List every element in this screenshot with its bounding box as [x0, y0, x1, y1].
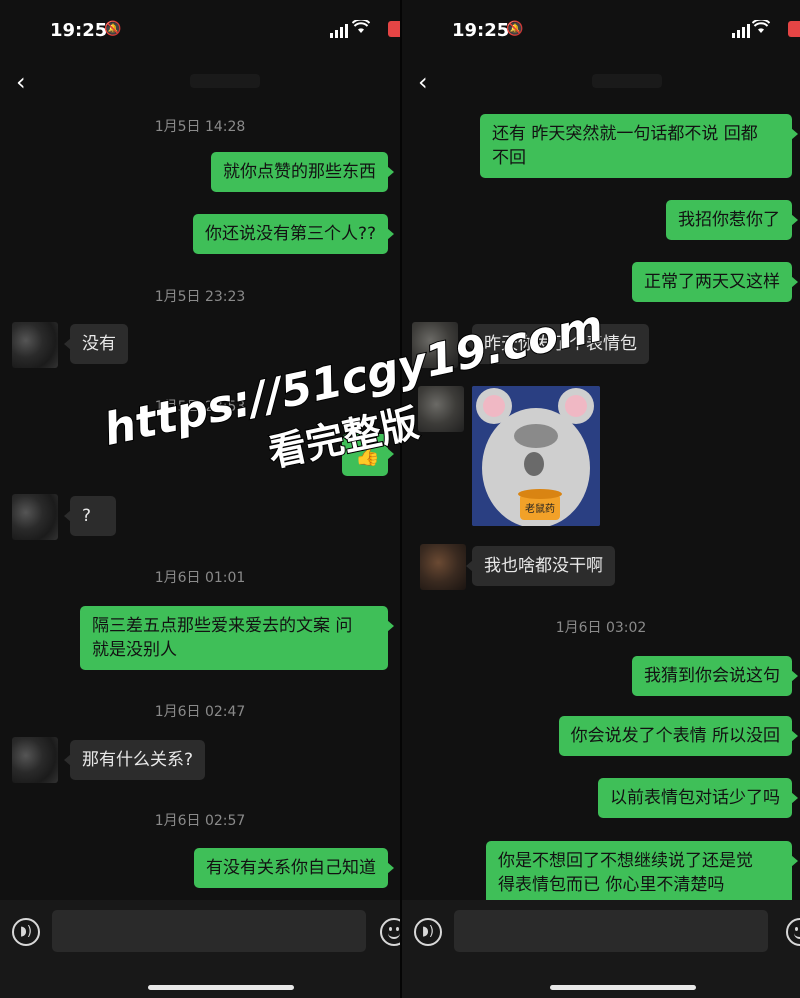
sticker-label: 老鼠药 — [525, 502, 555, 515]
back-chevron-icon[interactable]: ‹ — [418, 68, 428, 96]
timestamp: 1月6日 03:02 — [555, 620, 647, 636]
wifi-icon — [752, 20, 770, 33]
thumbs-up-icon: 👍 — [355, 443, 380, 467]
chat-screen-right: 19:25 🔕 ‹ 还有 昨天突然就一句话都不说 回都 不回 我招你惹你了 正常… — [402, 0, 800, 998]
message-input[interactable] — [454, 910, 768, 952]
timestamp: 1月5日 23:53 — [154, 399, 246, 415]
incoming-message[interactable]: 我也啥都没干啊 — [466, 546, 615, 586]
status-bar: 19:25 🔕 — [402, 0, 800, 62]
nav-bar: ‹ — [0, 62, 400, 102]
contact-name-blurred — [592, 74, 662, 88]
message-line: 不回 — [492, 148, 526, 168]
timestamp: 1月5日 23:23 — [154, 289, 246, 305]
contact-avatar[interactable] — [12, 737, 58, 783]
back-chevron-icon[interactable]: ‹ — [16, 68, 26, 96]
outgoing-message[interactable]: 有没有关系你自己知道 — [194, 848, 394, 888]
emoji-icon[interactable] — [786, 918, 800, 946]
message-list[interactable]: 1月5日 14:28 就你点赞的那些东西 你还说没有第三个人?? 1月5日 23… — [0, 104, 400, 900]
outgoing-message[interactable]: 你会说发了个表情 所以没回 — [558, 716, 799, 756]
wifi-icon — [352, 20, 370, 33]
outgoing-message[interactable]: 我招你惹你了 — [666, 200, 798, 240]
battery-icon — [388, 21, 400, 37]
outgoing-message[interactable]: 隔三差五点那些爱来爱去的文案 问 就是没别人 — [80, 606, 394, 670]
status-time: 19:25 — [50, 20, 108, 41]
sticker-image[interactable]: 老鼠药 — [472, 386, 600, 526]
outgoing-message[interactable]: 我猜到你会说这句 — [632, 656, 798, 696]
emoji-icon[interactable] — [380, 918, 400, 946]
outgoing-message[interactable]: 就你点赞的那些东西 — [211, 152, 394, 192]
outgoing-message[interactable]: 正常了两天又这样 — [632, 262, 798, 302]
incoming-message[interactable]: 那有什么关系? — [63, 740, 206, 780]
chat-screen-left: 19:25 🔕 ‹ 1月5日 14:28 就你点赞的那些东西 你还说没有第三个人… — [0, 0, 400, 998]
input-bar: ◗) — [402, 900, 800, 998]
outgoing-message[interactable]: 你还说没有第三个人?? — [192, 214, 395, 254]
input-bar: ◗) — [0, 900, 400, 998]
message-line: 还有 昨天突然就一句话都不说 回都 — [492, 124, 758, 144]
timestamp: 1月5日 14:28 — [154, 119, 246, 135]
mute-bell-icon: 🔕 — [506, 21, 524, 37]
home-indicator[interactable] — [148, 985, 294, 990]
message-line: 得表情包而已 你心里不清楚吗 — [498, 875, 725, 895]
timestamp: 1月6日 02:47 — [154, 704, 246, 720]
message-line: 隔三差五点那些爱来爱去的文案 问 — [92, 616, 353, 636]
battery-icon — [788, 21, 800, 37]
outgoing-message[interactable]: 以前表情包对话少了吗 — [598, 778, 798, 818]
contact-avatar[interactable] — [12, 494, 58, 540]
timestamp: 1月6日 02:57 — [154, 813, 246, 829]
mouse-sticker-icon: 老鼠药 — [472, 386, 600, 526]
message-line: 就是没别人 — [92, 640, 177, 660]
signal-icon — [330, 24, 348, 38]
status-time: 19:25 — [452, 20, 510, 41]
contact-avatar[interactable] — [412, 322, 458, 368]
mute-bell-icon: 🔕 — [104, 21, 122, 37]
outgoing-message[interactable]: 👍 — [342, 434, 394, 476]
status-bar: 19:25 🔕 — [0, 0, 400, 62]
outgoing-message[interactable]: 你是不想回了不想继续说了还是觉 得表情包而已 你心里不清楚吗 — [486, 841, 798, 905]
message-input[interactable] — [52, 910, 366, 952]
contact-avatar[interactable] — [418, 386, 464, 432]
nav-bar: ‹ — [402, 62, 800, 102]
message-line: 你是不想回了不想继续说了还是觉 — [498, 851, 753, 871]
incoming-message[interactable]: ? — [64, 496, 116, 536]
contact-name-blurred — [190, 74, 260, 88]
message-list[interactable]: 还有 昨天突然就一句话都不说 回都 不回 我招你惹你了 正常了两天又这样 昨天你… — [402, 104, 800, 905]
home-indicator[interactable] — [550, 985, 696, 990]
voice-input-icon[interactable]: ◗) — [414, 918, 442, 946]
voice-input-icon[interactable]: ◗) — [12, 918, 40, 946]
timestamp: 1月6日 01:01 — [154, 570, 246, 586]
contact-avatar[interactable] — [12, 322, 58, 368]
contact-avatar[interactable] — [420, 544, 466, 590]
incoming-message[interactable]: 没有 — [64, 324, 128, 364]
incoming-message[interactable]: 昨天你发了个表情包 — [466, 324, 649, 364]
outgoing-message[interactable]: 还有 昨天突然就一句话都不说 回都 不回 — [480, 114, 798, 178]
signal-icon — [732, 24, 750, 38]
